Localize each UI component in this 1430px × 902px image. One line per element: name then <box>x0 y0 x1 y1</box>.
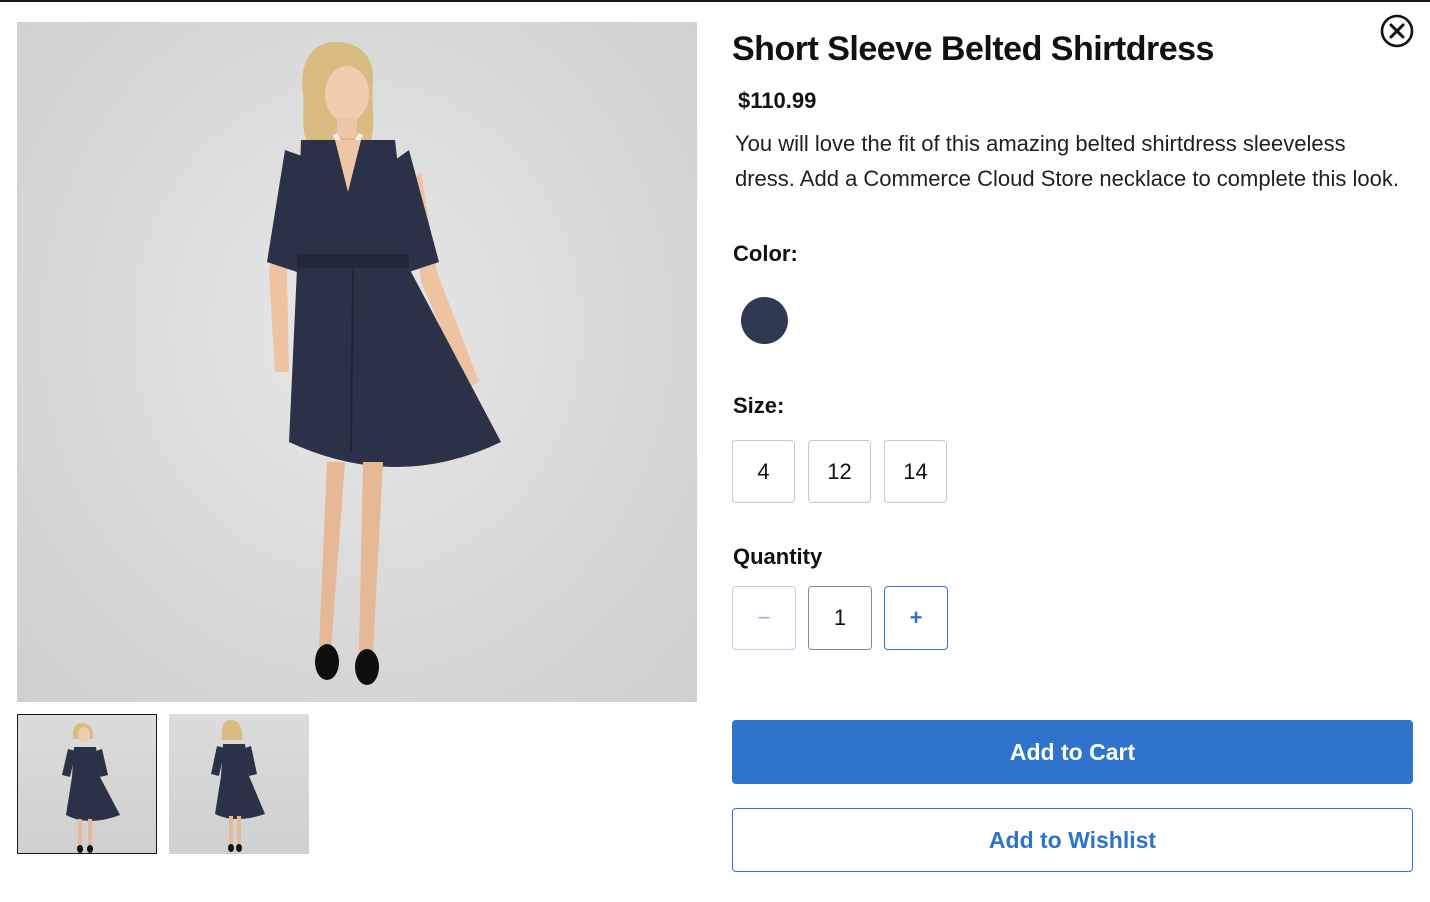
add-to-wishlist-button[interactable]: Add to Wishlist <box>732 808 1413 872</box>
thumbnail-back[interactable] <box>169 714 309 854</box>
quantity-decrement-button[interactable]: − <box>732 586 796 650</box>
add-to-cart-button[interactable]: Add to Cart <box>732 720 1413 784</box>
color-label: Color: <box>733 241 798 266</box>
color-swatch-navy[interactable] <box>741 297 788 344</box>
size-option-4[interactable]: 4 <box>732 440 795 503</box>
size-option-14[interactable]: 14 <box>884 440 947 503</box>
product-title: Short Sleeve Belted Shirtdress <box>732 30 1214 68</box>
quantity-label: Quantity <box>733 544 823 569</box>
main-product-image <box>17 22 697 702</box>
quantity-increment-button[interactable]: + <box>884 586 948 650</box>
thumbnail-front[interactable] <box>17 714 157 854</box>
size-label: Size: <box>733 393 785 418</box>
size-option-12[interactable]: 12 <box>808 440 871 503</box>
close-icon[interactable] <box>1379 13 1415 49</box>
product-description: You will love the fit of this amazing be… <box>735 131 1399 191</box>
product-price: $110.99 <box>738 88 817 113</box>
quantity-input[interactable]: 1 <box>808 586 872 650</box>
